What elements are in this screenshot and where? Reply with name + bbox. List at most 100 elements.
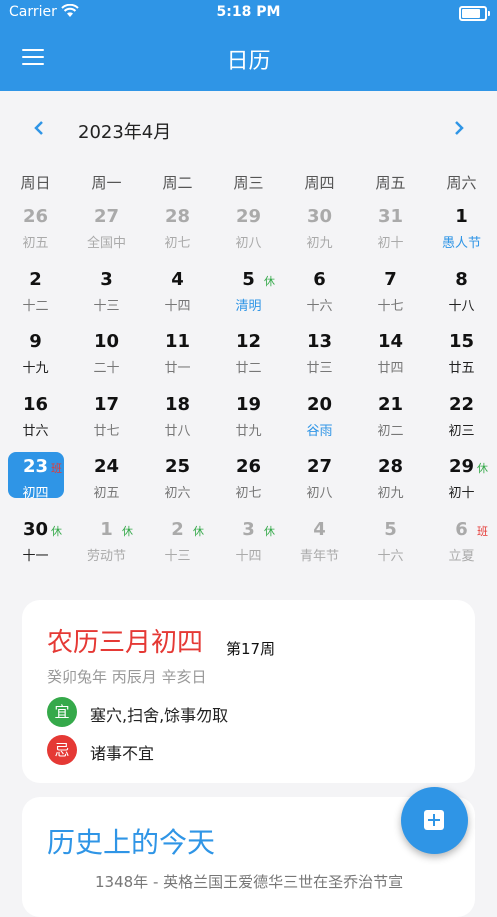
lunar-day-label: 初三 — [448, 423, 475, 439]
day-number: 7 — [384, 268, 397, 290]
calendar-day[interactable]: 24 初五 — [71, 452, 142, 514]
day-number: 19 — [235, 393, 262, 415]
calendar-day[interactable]: 13 廿三 — [284, 327, 355, 389]
calendar-day[interactable]: 17 廿七 — [71, 390, 142, 452]
calendar-day[interactable]: 19 廿九 — [213, 390, 284, 452]
calendar-day[interactable]: 9 十九 — [0, 327, 71, 389]
day-number: 15 — [448, 331, 475, 352]
day-number: 1 — [455, 206, 468, 227]
calendar-day[interactable]: 29 初八 — [213, 202, 284, 264]
month-label[interactable]: 2023年4月 — [78, 118, 171, 144]
holiday-badge: 休 — [264, 524, 275, 538]
workday-badge: 班 — [477, 524, 488, 538]
calendar-day[interactable]: 26 初五 — [0, 202, 71, 264]
lunar-day-label: 十四 — [164, 298, 191, 314]
calendar-day[interactable]: 5 十六 — [355, 515, 426, 577]
day-number: 11 — [164, 331, 191, 352]
lunar-day-label: 劳动节 — [86, 548, 126, 564]
calendar-day[interactable]: 30 初九 — [284, 202, 355, 264]
lunar-day-label: 愚人节 — [441, 236, 481, 251]
calendar-day[interactable]: 25 初六 — [142, 452, 213, 514]
lunar-day-label: 清明 — [235, 298, 262, 314]
lunar-day-label: 廿二 — [235, 361, 262, 376]
weekday-sat: 周六 — [446, 174, 477, 192]
calendar-day[interactable]: 2 十二 — [0, 265, 71, 327]
lunar-day-label: 廿八 — [164, 423, 191, 439]
calendar-day[interactable]: 26 初七 — [213, 452, 284, 514]
calendar-day[interactable]: 4 十四 — [142, 265, 213, 327]
lunar-day-label: 初八 — [235, 236, 262, 251]
calendar-day[interactable]: 7 十七 — [355, 265, 426, 327]
lunar-day-label: 十四 — [235, 548, 262, 564]
lunar-day-label: 廿三 — [306, 361, 333, 376]
calendar-day[interactable]: 28 初七 — [142, 202, 213, 264]
add-event-button[interactable] — [401, 787, 468, 854]
calendar-day[interactable]: 20 谷雨 — [284, 390, 355, 452]
day-number: 21 — [377, 393, 404, 415]
lunar-day-label: 初十 — [377, 236, 404, 251]
calendar-day[interactable]: 27 初八 — [284, 452, 355, 514]
calendar-day[interactable]: 29 初十休 — [426, 452, 497, 514]
week-number: 第17周 — [226, 640, 276, 658]
calendar-day[interactable]: 2 十三休 — [142, 515, 213, 577]
calendar-day[interactable]: 21 初二 — [355, 390, 426, 452]
yi-text: 塞穴,扫舍,馀事勿取 — [90, 706, 229, 725]
calendar-day[interactable]: 23 初四班 — [0, 452, 71, 514]
calendar-day[interactable]: 22 初三 — [426, 390, 497, 452]
holiday-badge: 休 — [51, 524, 62, 538]
calendar-day[interactable]: 14 廿四 — [355, 327, 426, 389]
calendar-day[interactable]: 31 初十 — [355, 202, 426, 264]
holiday-badge: 休 — [477, 462, 488, 475]
lunar-day-label: 初九 — [306, 236, 333, 251]
lunar-day-label: 廿四 — [377, 361, 404, 376]
day-number: 4 — [171, 268, 184, 290]
weekday-sun: 周日 — [20, 174, 51, 192]
calendar-day[interactable]: 12 廿二 — [213, 327, 284, 389]
calendar-day[interactable]: 3 十四休 — [213, 515, 284, 577]
calendar-day[interactable]: 10 二十 — [71, 327, 142, 389]
day-number: 8 — [455, 268, 468, 290]
calendar-day[interactable]: 18 廿八 — [142, 390, 213, 452]
day-number: 5 — [384, 518, 397, 540]
day-number: 30 — [306, 206, 333, 227]
month-navigation: 2023年4月 — [0, 112, 497, 148]
lunar-day-label: 立夏 — [448, 548, 475, 564]
lunar-day-label: 十一 — [22, 548, 49, 564]
history-title: 历史上的今天 — [47, 826, 216, 859]
day-number: 17 — [93, 393, 120, 415]
weekday-thu: 周四 — [304, 174, 335, 192]
lunar-day-label: 二十 — [93, 361, 120, 376]
calendar-day[interactable]: 1 劳动节休 — [71, 515, 142, 577]
calendar-day[interactable]: 27 全国中 — [71, 202, 142, 264]
calendar-day[interactable]: 4 青年节 — [284, 515, 355, 577]
lunar-day-label: 廿七 — [93, 423, 120, 439]
app-bar: Carrier 5:18 PM 日历 — [0, 0, 497, 91]
lunar-day-label: 十二 — [22, 298, 49, 314]
calendar-day[interactable]: 30 十一休 — [0, 515, 71, 577]
day-number: 20 — [306, 393, 333, 415]
day-number: 22 — [448, 393, 475, 415]
lunar-day-label: 初十 — [448, 486, 475, 501]
day-number: 14 — [377, 331, 404, 352]
history-item[interactable]: 1348年 - 英格兰国王爱德华三世在圣乔治节宣 — [95, 871, 403, 892]
day-number: 26 — [22, 206, 49, 227]
next-month-button[interactable] — [447, 119, 471, 141]
calendar-day[interactable]: 8 十八 — [426, 265, 497, 327]
prev-month-button[interactable] — [27, 119, 51, 141]
weekday-fri: 周五 — [375, 174, 406, 192]
weekday-header: 周日 周一 周二 周三 周四 周五 周六 — [0, 172, 497, 196]
lunar-day-label: 廿五 — [448, 361, 475, 376]
calendar-day[interactable]: 28 初九 — [355, 452, 426, 514]
day-number: 25 — [164, 456, 191, 477]
calendar-day[interactable]: 6 立夏班 — [426, 515, 497, 577]
calendar-day[interactable]: 11 廿一 — [142, 327, 213, 389]
day-number: 4 — [313, 518, 326, 540]
calendar-day[interactable]: 1 愚人节 — [426, 202, 497, 264]
status-bar: Carrier 5:18 PM — [0, 0, 497, 26]
calendar-day[interactable]: 6 十六 — [284, 265, 355, 327]
lunar-day-label: 廿一 — [164, 361, 191, 376]
calendar-day[interactable]: 5 清明休 — [213, 265, 284, 327]
calendar-day[interactable]: 16 廿六 — [0, 390, 71, 452]
calendar-day[interactable]: 15 廿五 — [426, 327, 497, 389]
calendar-day[interactable]: 3 十三 — [71, 265, 142, 327]
